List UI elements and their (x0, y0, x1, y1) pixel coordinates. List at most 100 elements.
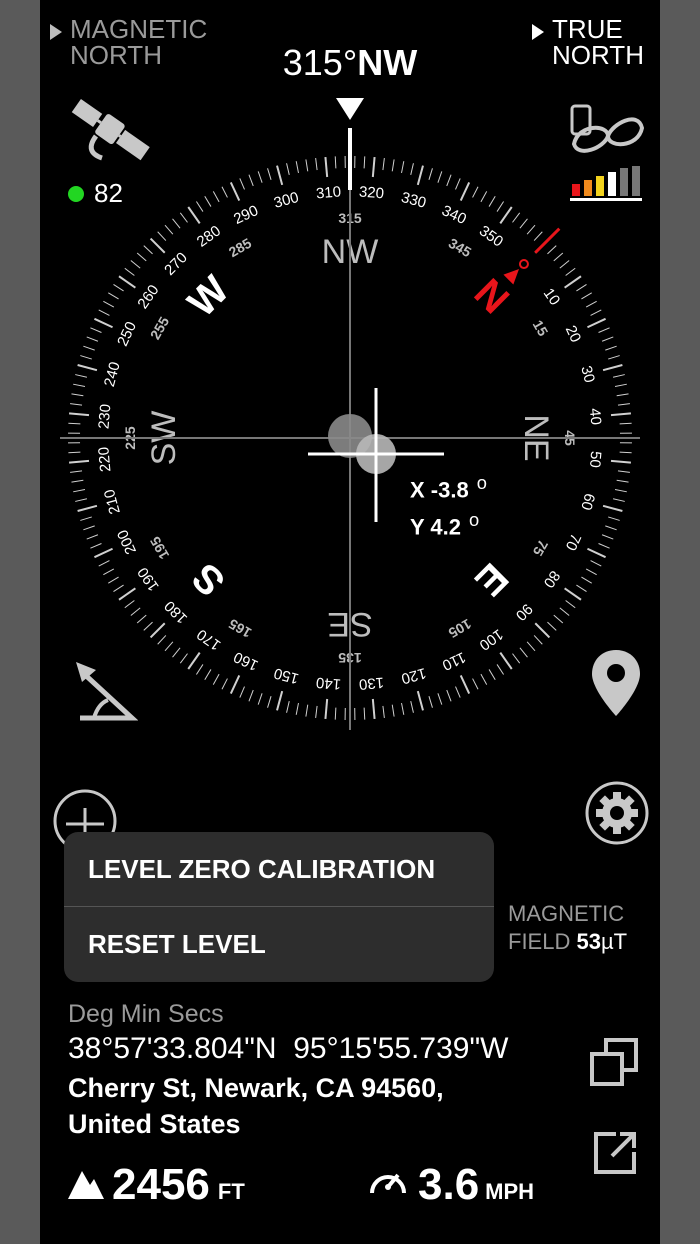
compass-tick (512, 212, 521, 223)
degree-label: 20 (562, 323, 584, 345)
compass-tick (334, 156, 337, 169)
compass-tick (68, 459, 90, 464)
compass-tick (108, 576, 119, 584)
compass-tick (598, 543, 610, 549)
compass-tick (286, 700, 290, 713)
inner-degree-label: 75 (530, 537, 552, 559)
compass-tick (610, 412, 632, 417)
compass-tick (73, 489, 86, 493)
compass-tick (480, 191, 488, 203)
compass-tick (113, 584, 124, 593)
compass-tick (455, 178, 461, 190)
degree-label: 330 (399, 189, 428, 212)
degree-label: 280 (194, 222, 224, 250)
compass-tick (136, 614, 147, 624)
degree-label: 120 (399, 664, 428, 687)
share-icon[interactable] (590, 1128, 640, 1178)
menu-item-level-zero-calibration[interactable]: LEVEL ZERO CALIBRATION (64, 832, 494, 906)
compass-tick (605, 345, 617, 351)
inner-degree-label: 15 (530, 317, 552, 339)
compass-tick (73, 383, 86, 387)
compass-tick (172, 218, 181, 229)
cardinal-label-e: E (466, 554, 516, 604)
compass-tick (90, 543, 102, 549)
degree-symbol: o (476, 472, 487, 493)
menu-item-reset-level[interactable]: RESET LEVEL (64, 907, 494, 981)
compass-tick (472, 186, 479, 198)
compass-tick (204, 669, 212, 680)
compass-tick (587, 317, 607, 329)
compass-tick (428, 696, 433, 708)
compass-tick (446, 174, 452, 187)
compass-tick (179, 653, 188, 664)
compass-tick (564, 587, 582, 601)
compass-tick (98, 309, 110, 316)
compass-tick (526, 641, 536, 652)
copy-icon[interactable] (586, 1036, 642, 1090)
compass-tick (83, 525, 95, 531)
compass-dial[interactable]: 10 20 30 40 50 60 70 8090100 110 120 130 140 150 160 1… (40, 90, 660, 730)
level-popup-menu: LEVEL ZERO CALIBRATION RESET LEVEL (64, 832, 494, 982)
compass-tick (68, 451, 81, 454)
compass-tick (576, 584, 587, 593)
compass-tick (276, 165, 284, 186)
compass-tick (124, 267, 135, 276)
degree-label: 260 (134, 282, 162, 312)
compass-tick (480, 673, 488, 685)
compass-tick (179, 212, 188, 223)
compass-tick (553, 614, 564, 624)
compass-tick (401, 702, 405, 715)
compass-tick (172, 647, 181, 658)
compass-tick (590, 560, 602, 567)
magnetic-field-label: MAGNETIC (508, 901, 625, 926)
compass-tick (598, 327, 610, 333)
compass-tick (103, 568, 115, 576)
compass-tick (559, 260, 570, 269)
compass-tick (195, 201, 204, 212)
degree-label: 180 (161, 597, 191, 627)
compass-tick (547, 621, 557, 631)
altitude-unit: FT (217, 1179, 245, 1204)
heading-direction: NW (357, 42, 418, 83)
speedometer-icon (370, 1173, 406, 1194)
heading-degrees: 315° (282, 42, 358, 83)
compass-tick (619, 451, 632, 454)
degree-label: 30 (577, 364, 598, 385)
compass-tick (187, 206, 201, 224)
compass-tick (559, 607, 570, 616)
degree-label: 240 (101, 360, 124, 389)
compass-tick (488, 669, 496, 680)
north-indicator (518, 259, 529, 270)
magnetic-field-value: 53 (576, 929, 601, 954)
compass-tick (437, 693, 443, 705)
inner-degree-label: 255 (147, 314, 173, 342)
compass-tick (295, 161, 299, 174)
inner-degree-label: 285 (226, 235, 254, 261)
compass-tick (149, 237, 166, 254)
degree-label: 310 (315, 183, 341, 202)
settings-gear-icon[interactable] (584, 780, 650, 846)
compass-tick (616, 393, 629, 397)
coordinate-format[interactable]: Deg Min Secs (68, 1000, 224, 1029)
compass-tick (324, 698, 329, 720)
compass-tick (276, 690, 284, 711)
compass-tick (118, 275, 136, 289)
compass-tick (617, 470, 630, 473)
play-triangle-icon (532, 24, 544, 40)
compass-tick (581, 576, 592, 584)
compass-tick (305, 159, 309, 172)
compass-tick (70, 470, 83, 473)
location-pin-icon[interactable] (590, 648, 642, 718)
level-x: X -3.8 (410, 477, 469, 503)
compass-tick (195, 664, 204, 675)
compass-tick (585, 568, 597, 576)
inclinometer-icon[interactable] (74, 660, 138, 724)
degree-label: 290 (231, 202, 261, 228)
compass-tick (499, 652, 513, 670)
compass-tick (585, 300, 597, 308)
compass-tick (605, 525, 617, 531)
compass-tick (581, 292, 592, 300)
compass-tick (103, 300, 115, 308)
compass-tick (143, 245, 153, 255)
compass-tick (428, 168, 433, 180)
